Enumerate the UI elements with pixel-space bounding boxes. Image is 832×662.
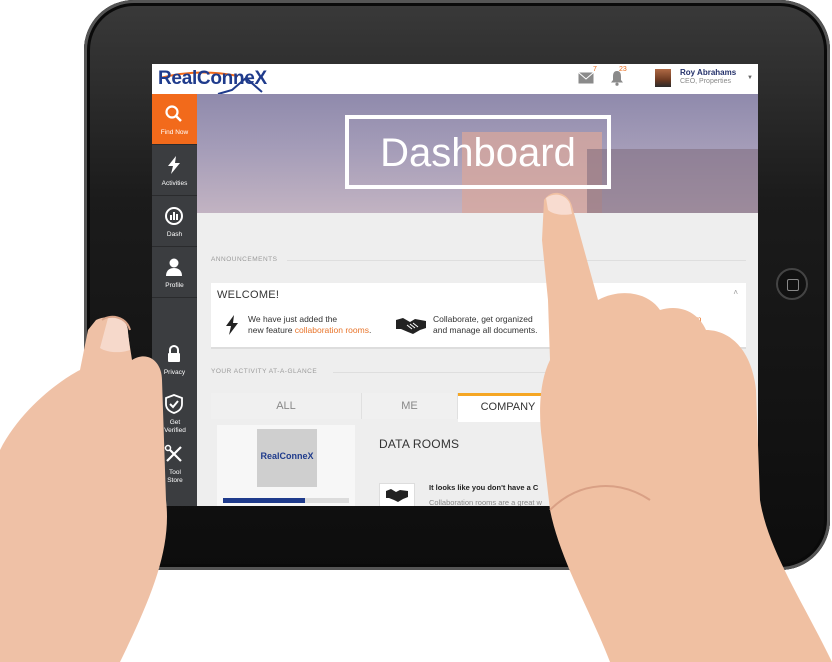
profile-progress-bar (223, 498, 349, 503)
data-rooms-title: DATA ROOMS (379, 437, 460, 451)
sidebar-item-label: Dash (166, 231, 183, 238)
announcements-heading: ANNOUNCEMENTS (211, 256, 278, 263)
announcement-text-part: . (368, 325, 372, 335)
sidebar-item-label: Activities (161, 180, 188, 187)
logo-text: RealConne (158, 68, 255, 89)
tab-all[interactable]: ALL (211, 393, 362, 419)
company-logo-text: RealConneX (260, 451, 314, 461)
notification-count-badge: 23 (619, 66, 627, 73)
announcement-line: new feature collaboration rooms. (248, 325, 371, 336)
announcement-text-part: new feature (248, 325, 295, 335)
sidebar-item-label: Find Now (160, 129, 189, 136)
announcement-text: We have just added the new feature colla… (248, 314, 371, 336)
dashboard-gauge-icon (165, 207, 183, 225)
user-icon (166, 258, 182, 276)
user-name[interactable]: Roy Abrahams (680, 68, 736, 77)
mail-count-badge: 7 (593, 66, 597, 73)
page-title: Dashboard (380, 131, 576, 175)
logo-x: X (254, 68, 268, 89)
search-icon (165, 105, 182, 122)
company-profile-panel: RealConneX (217, 425, 355, 506)
company-logo: RealConneX (257, 429, 317, 487)
hero-title-frame: Dashboard (345, 115, 611, 189)
divider (152, 297, 197, 298)
top-bar: RealConneX 7 23 Roy Abrahams CEO, Proper… (152, 64, 758, 95)
handshake-icon (386, 489, 408, 502)
announcement-line: We have just added the (248, 314, 338, 324)
user-role: CEO, Properties (680, 78, 731, 85)
left-hand-image (0, 315, 167, 662)
sidebar-item-activities[interactable]: Activities (152, 145, 197, 195)
sidebar-item-label: Profile (165, 282, 184, 289)
collaboration-rooms-link[interactable]: collaboration rooms (295, 325, 369, 335)
handshake-icon (396, 318, 426, 334)
sidebar-item-find-now[interactable]: Find Now (152, 94, 197, 144)
sidebar-item-dash[interactable]: Dash (152, 196, 197, 246)
avatar[interactable] (655, 69, 671, 87)
lightning-icon (168, 156, 180, 174)
mail-icon[interactable] (578, 72, 594, 84)
data-room-icon-box (379, 483, 415, 506)
right-hand-image (540, 192, 832, 662)
profile-progress-fill (223, 498, 305, 503)
chevron-down-icon[interactable]: ▼ (747, 75, 753, 81)
realconnex-logo[interactable]: RealConneX (158, 68, 268, 95)
tab-me[interactable]: ME (362, 393, 458, 419)
sidebar-item-profile[interactable]: Profile (152, 247, 197, 297)
